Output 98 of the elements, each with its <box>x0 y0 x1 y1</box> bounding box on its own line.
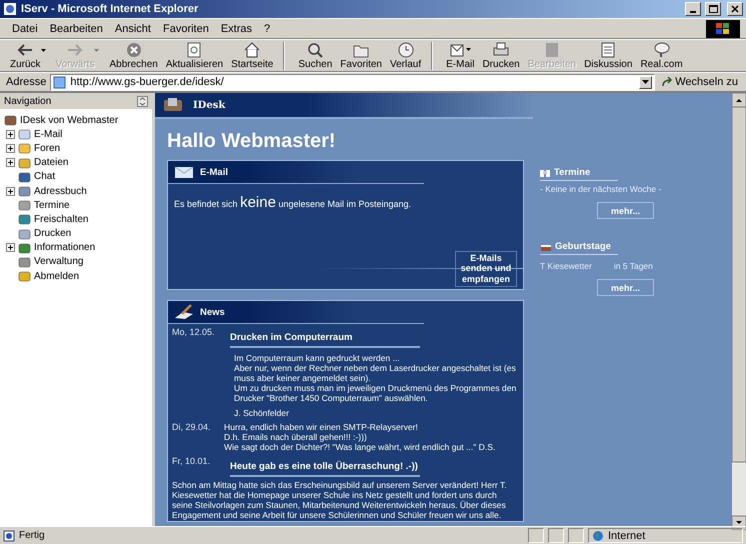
tree-item[interactable]: IDesk von Webmaster <box>20 114 118 126</box>
zone-text: Internet <box>608 530 646 542</box>
panel-title: News <box>200 306 225 318</box>
birthday-when: in 5 Tagen <box>614 261 653 271</box>
clock-icon <box>396 42 415 58</box>
status-pane <box>548 528 564 543</box>
caret-icon <box>94 49 100 52</box>
cake-icon <box>540 242 552 251</box>
tree-item[interactable]: Chat <box>34 171 56 182</box>
sync-icon[interactable] <box>137 96 148 106</box>
toolbar-button[interactable]: Abbrechen <box>105 42 162 70</box>
status-pane <box>568 528 584 543</box>
tree-item[interactable]: Drucken <box>34 228 72 240</box>
tree-item[interactable]: Dateien <box>34 157 68 168</box>
notepad-icon <box>599 42 618 58</box>
pane-title: Navigation <box>4 96 52 106</box>
toolbar-button[interactable]: Startseite <box>227 42 284 70</box>
address-label: Adresse <box>6 76 46 88</box>
close-button[interactable] <box>727 2 743 16</box>
news-text: D.h. Emails nach überall gehen!!! :-))) <box>224 432 368 442</box>
caret-icon <box>642 80 650 84</box>
mail-icon <box>449 42 466 58</box>
toolbar-button[interactable]: Favoriten <box>336 42 386 70</box>
news-text: Schon am Mittag hatte sich das Erscheinungsbild auf unserem Server verändert! Herr T. Kiesewetter hat die Homepage unserer Schule ins Netz gestellt und fordert uns durch seine Steilvorlagen zum Staunen, Mitarbeitenund Weiterentwickeln heraus. Über dieses Engagement und seine Arbeit für unsere Schülerinnen und Schüler freuen wir uns alle. <box>172 480 508 520</box>
news-text: Aber nur, wenn der Rechner neben dem Laserdrucker angeschaltet ist (es muss aber keiner angemeldet sein). <box>233 363 517 383</box>
news-headline: Drucken im Computerraum <box>230 332 420 348</box>
expand-icon[interactable] <box>6 186 15 196</box>
back-arrow-icon <box>16 42 34 58</box>
news-text: Im Computerraum kann gedruckt werden ... <box>233 353 401 363</box>
tree-item[interactable]: Freischalten <box>34 214 88 225</box>
close-icon <box>731 5 739 13</box>
speech-bubble-icon <box>652 42 671 58</box>
menu-item[interactable]: Extras <box>214 22 258 34</box>
send-receive-button[interactable]: E-Mails senden und empfangen <box>455 250 517 287</box>
maximize-button[interactable] <box>705 2 721 16</box>
menu-item[interactable]: ? <box>258 22 276 34</box>
minimize-button[interactable] <box>685 2 701 16</box>
page-icon <box>53 76 66 88</box>
section-title: Geburtstage <box>555 241 611 252</box>
tree-item[interactable]: Informationen <box>34 242 96 254</box>
tree-item[interactable]: Termine <box>34 200 70 211</box>
browser-icon <box>3 2 17 16</box>
section-title: Termine <box>554 167 590 178</box>
toolbar-button[interactable]: Zurück <box>6 42 52 70</box>
toolbar-button[interactable]: Diskussion <box>580 42 636 70</box>
expand-icon[interactable] <box>6 144 15 153</box>
news-text: Um zu drucken muss man im jeweiligen Druckmenü des Programmes den Drucker "Brother 1450 Computerraum" auswählen. <box>233 383 517 403</box>
tree-item[interactable]: Foren <box>34 142 60 154</box>
binoculars-icon <box>540 168 551 177</box>
pencil-paper-icon <box>174 304 194 320</box>
appointments-text: - Keine in der nächsten Woche - <box>540 184 660 194</box>
expand-icon[interactable] <box>6 243 15 252</box>
menu-item[interactable]: Ansicht <box>108 22 157 34</box>
news-headline: Heute gab es eine tolle Überraschung! .-)) <box>230 461 420 477</box>
mail-status-text: Es befindet sich keine ungelesene Mail im Posteingang. <box>174 194 412 211</box>
menu-item[interactable]: Favoriten <box>156 22 215 34</box>
tree-item[interactable]: E-Mail <box>34 128 62 140</box>
toolbar-button[interactable]: E-Mail <box>442 42 478 70</box>
news-date: Di, 29.04. <box>172 422 212 434</box>
vertical-scrollbar[interactable] <box>732 93 746 530</box>
menu-item[interactable]: Bearbeiten <box>44 22 109 34</box>
birthday-name: T Kiesewetter <box>540 261 592 271</box>
news-text: Hurra, endlich haben wir einen SMTP-Relayserver! <box>224 422 419 432</box>
panel-title: E-Mail <box>200 166 228 178</box>
greeting: Hallo Webmaster! <box>167 130 337 153</box>
toolbar-button[interactable]: Real.com <box>636 42 687 70</box>
news-text: Wie sagt doch der Dichter?! "Was lange währt, wird endlich gut ..." D.S. <box>224 442 496 452</box>
tree-item[interactable]: Adressbuch <box>34 186 87 197</box>
caret-icon <box>466 48 472 51</box>
tree-item[interactable]: Verwaltung <box>34 256 84 268</box>
forward-arrow-icon <box>66 42 84 58</box>
stop-icon <box>124 42 143 58</box>
status-pane <box>528 528 544 543</box>
status-text: Fertig <box>19 530 46 541</box>
address-field[interactable]: http://www.gs-buerger.de/idesk/ <box>50 74 656 90</box>
caret-icon <box>40 49 46 52</box>
expand-icon[interactable] <box>6 158 15 168</box>
tree-item[interactable]: Abmelden <box>34 270 80 282</box>
toolbar-button[interactable]: Suchen <box>294 42 336 70</box>
expand-icon[interactable] <box>6 130 15 139</box>
dropdown-button[interactable] <box>639 76 652 88</box>
refresh-icon <box>185 42 204 58</box>
windows-logo <box>706 20 740 38</box>
search-icon <box>306 42 324 58</box>
arrow-icon <box>661 76 674 88</box>
toolbar-button[interactable]: Verlauf <box>386 42 432 70</box>
home-icon <box>243 42 262 58</box>
go-button[interactable]: Wechseln zu <box>659 76 740 88</box>
window-title: IServ - Microsoft Internet Explorer <box>21 3 200 15</box>
page-title: IDesk <box>193 100 226 110</box>
page-icon <box>3 530 15 542</box>
news-date: Fr, 10.01. <box>172 456 212 468</box>
menu-item[interactable]: Datei <box>6 22 44 34</box>
news-date: Mo, 12.05. <box>172 327 216 339</box>
toolbar-button[interactable]: Aktualisieren <box>162 42 228 70</box>
toolbar-button[interactable]: Drucken <box>478 42 524 70</box>
news-author: J. Schönfelder <box>233 408 290 418</box>
maximize-icon <box>708 5 718 13</box>
